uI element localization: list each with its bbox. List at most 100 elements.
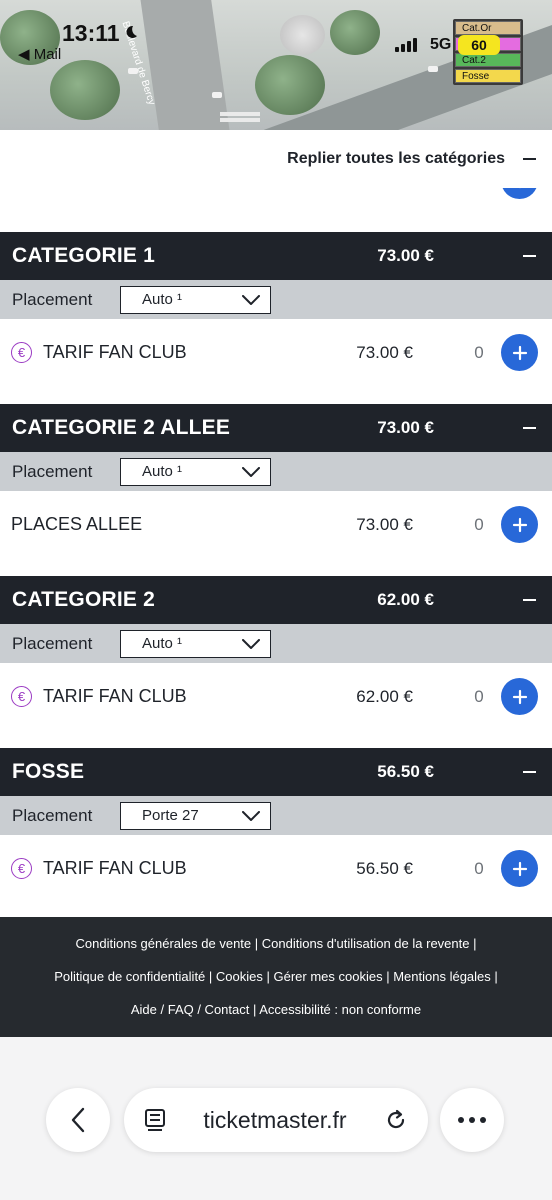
placement-select[interactable]: Auto ¹: [120, 285, 271, 314]
section-gap: [0, 386, 552, 404]
section-gap: [0, 730, 552, 748]
placement-select[interactable]: Auto ¹: [120, 629, 271, 658]
tarif-price: 73.00 €: [356, 342, 413, 362]
footer-line: Politique de confidentialité | Cookies |…: [0, 969, 552, 1002]
category-header[interactable]: CATEGORIE 1 73.00 €: [0, 232, 552, 280]
minus-icon: [523, 158, 536, 160]
category-price: 73.00 €: [377, 418, 434, 437]
placement-label: Placement: [12, 633, 93, 653]
placement-value: Auto ¹: [142, 463, 183, 480]
placement-row: Placement Auto ¹: [0, 624, 552, 663]
tarif-row: € TARIF FAN CLUB 62.00 € 0: [0, 663, 552, 730]
footer-line: Conditions générales de vente | Conditio…: [0, 936, 552, 969]
minus-icon: [522, 255, 536, 257]
tarif-price: 84.00 €: [313, 188, 413, 191]
add-ticket-button[interactable]: [501, 188, 538, 199]
footer-link[interactable]: Mentions légales |: [393, 969, 498, 984]
add-ticket-button[interactable]: [501, 506, 538, 543]
reload-icon[interactable]: [384, 1108, 408, 1132]
back-button[interactable]: [46, 1088, 110, 1152]
section-gap: [0, 214, 552, 232]
quantity-value: 0: [474, 686, 484, 706]
tarif-row: € TARIF FAN CLUB 56.50 € 0: [0, 835, 552, 902]
page-menu-icon[interactable]: [144, 1108, 166, 1132]
moon-icon: [126, 25, 137, 38]
plus-icon: [512, 188, 528, 189]
minus-icon: [522, 427, 536, 429]
placement-value: Auto ¹: [142, 291, 183, 308]
tarif-row: € TARIF FAN CLUB 73.00 € 0: [0, 319, 552, 386]
add-ticket-button[interactable]: [501, 850, 538, 887]
legend-item: Cat.2: [455, 53, 521, 67]
tarif-price: 56.50 €: [356, 858, 413, 878]
category-name: CATEGORIE 1: [12, 244, 155, 267]
url-text: ticketmaster.fr: [203, 1106, 347, 1133]
category-header[interactable]: CATEGORIE 2 ALLEE 73.00 €: [0, 404, 552, 452]
tarif-label: PLACES ALLEE: [11, 188, 313, 191]
euro-icon: €: [11, 342, 32, 363]
network-label: 5G: [430, 36, 452, 53]
signal-icon: [395, 38, 417, 52]
category-header[interactable]: FOSSE 56.50 €: [0, 748, 552, 796]
collapse-all-label: Replier toutes les catégories: [287, 150, 505, 167]
category-name: CATEGORIE 2: [12, 588, 155, 611]
quantity-value: 0: [474, 858, 484, 878]
tarif-label: TARIF FAN CLUB: [43, 342, 187, 362]
footer-link[interactable]: Conditions d'utilisation de la revente |: [262, 936, 477, 951]
footer-link[interactable]: Accessibilité : non conforme: [259, 1002, 421, 1017]
collapse-category-button[interactable]: [518, 255, 540, 257]
placement-row: Placement Auto ¹: [0, 280, 552, 319]
placement-select[interactable]: Auto ¹: [120, 457, 271, 486]
collapse-category-button[interactable]: [518, 427, 540, 429]
tarif-label: PLACES ALLEE: [11, 514, 143, 534]
footer-link[interactable]: Aide / FAQ / Contact |: [131, 1002, 257, 1017]
ellipsis-icon: [458, 1117, 486, 1123]
category-name: CATEGORIE 2 ALLEE: [12, 416, 231, 439]
more-options-button[interactable]: [440, 1088, 504, 1152]
footer-link[interactable]: Cookies |: [216, 969, 270, 984]
placement-label: Placement: [12, 461, 93, 481]
category-name: FOSSE: [12, 760, 85, 783]
category-list[interactable]: CATEGORIE 1 ALLEE84.00 €PlacementAuto ¹P…: [0, 188, 552, 917]
quantity-value: 0: [469, 188, 489, 191]
tarif-label: TARIF FAN CLUB: [43, 686, 187, 706]
collapse-category-button[interactable]: [518, 771, 540, 773]
chevron-down-icon: [242, 810, 260, 821]
footer-link[interactable]: Conditions générales de vente |: [76, 936, 259, 951]
plus-icon: [512, 345, 527, 360]
quantity-value: 0: [474, 342, 484, 362]
chevron-down-icon: [242, 638, 260, 649]
chevron-left-icon: [71, 1107, 85, 1133]
address-bar[interactable]: ticketmaster.fr: [124, 1088, 428, 1152]
quantity-value: 0: [474, 514, 484, 534]
browser-toolbar: ticketmaster.fr: [0, 1037, 552, 1200]
tarif-label: TARIF FAN CLUB: [43, 858, 187, 878]
add-ticket-button[interactable]: [501, 678, 538, 715]
chevron-down-icon: [242, 466, 260, 477]
legend-item: Cat.Or: [455, 21, 521, 35]
placement-row: Placement Auto ¹: [0, 452, 552, 491]
footer: Conditions générales de vente | Conditio…: [0, 917, 552, 1037]
euro-icon: €: [11, 858, 32, 879]
chevron-down-icon: [242, 294, 260, 305]
battery-indicator: 60: [458, 35, 500, 55]
footer-link[interactable]: Gérer mes cookies |: [274, 969, 390, 984]
add-ticket-button[interactable]: [501, 334, 538, 371]
placement-label: Placement: [12, 289, 93, 309]
collapse-category-button[interactable]: [518, 599, 540, 601]
section-gap: [0, 558, 552, 576]
back-to-mail-link[interactable]: ◀ Mail: [18, 45, 61, 63]
footer-line: Aide / FAQ / Contact | Accessibilité : n…: [0, 1002, 552, 1035]
category-price: 73.00 €: [377, 246, 434, 265]
plus-icon: [512, 689, 527, 704]
placement-select[interactable]: Porte 27: [120, 801, 271, 830]
category-header[interactable]: CATEGORIE 2 62.00 €: [0, 576, 552, 624]
footer-link[interactable]: Politique de confidentialité |: [54, 969, 212, 984]
minus-icon: [522, 599, 536, 601]
tarif-row: PLACES ALLEE 73.00 € 0: [0, 491, 552, 558]
placement-value: Porte 27: [142, 807, 199, 824]
collapse-all-button[interactable]: Replier toutes les catégories: [0, 130, 552, 188]
placement-value: Auto ¹: [142, 635, 183, 652]
placement-row: Placement Porte 27: [0, 796, 552, 835]
legend-item: Fosse: [455, 69, 521, 83]
